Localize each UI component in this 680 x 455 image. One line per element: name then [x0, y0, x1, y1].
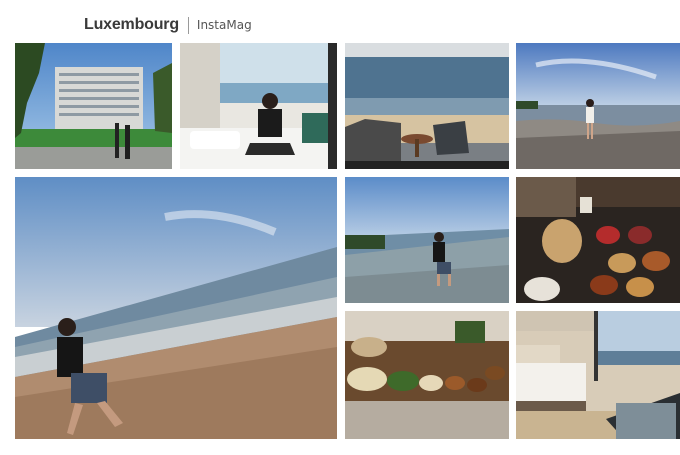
photo-tile-shallow-waves[interactable]	[345, 177, 509, 303]
page-header: Luxembourg InstaMag	[84, 14, 252, 36]
photo-tile-hotel-bed[interactable]	[180, 43, 337, 169]
photo-shallow-waves	[345, 177, 509, 303]
photo-buffet-table	[345, 311, 509, 439]
photo-tile-beach-walk[interactable]	[15, 177, 337, 439]
photo-buffet-dishes	[516, 177, 680, 303]
header-divider	[187, 16, 189, 34]
photo-tile-buffet-dishes[interactable]	[516, 177, 680, 303]
photo-balcony-view	[345, 43, 509, 169]
photo-beach-walk	[15, 177, 337, 439]
photo-tile-balcony-view[interactable]	[345, 43, 509, 169]
brand-name: InstaMag	[196, 18, 252, 32]
photo-beach-sunset	[516, 43, 680, 169]
photo-tile-buffet-table[interactable]	[345, 311, 509, 439]
photo-hotel-bed	[180, 43, 337, 169]
photo-tile-beach-sunset[interactable]	[516, 43, 680, 169]
photo-hotel-room	[516, 311, 680, 439]
photo-tile-hotel-room[interactable]	[516, 311, 680, 439]
page-title: Luxembourg	[84, 16, 179, 33]
photo-hotel-exterior	[15, 43, 172, 169]
photo-tile-hotel-exterior[interactable]	[15, 43, 172, 169]
